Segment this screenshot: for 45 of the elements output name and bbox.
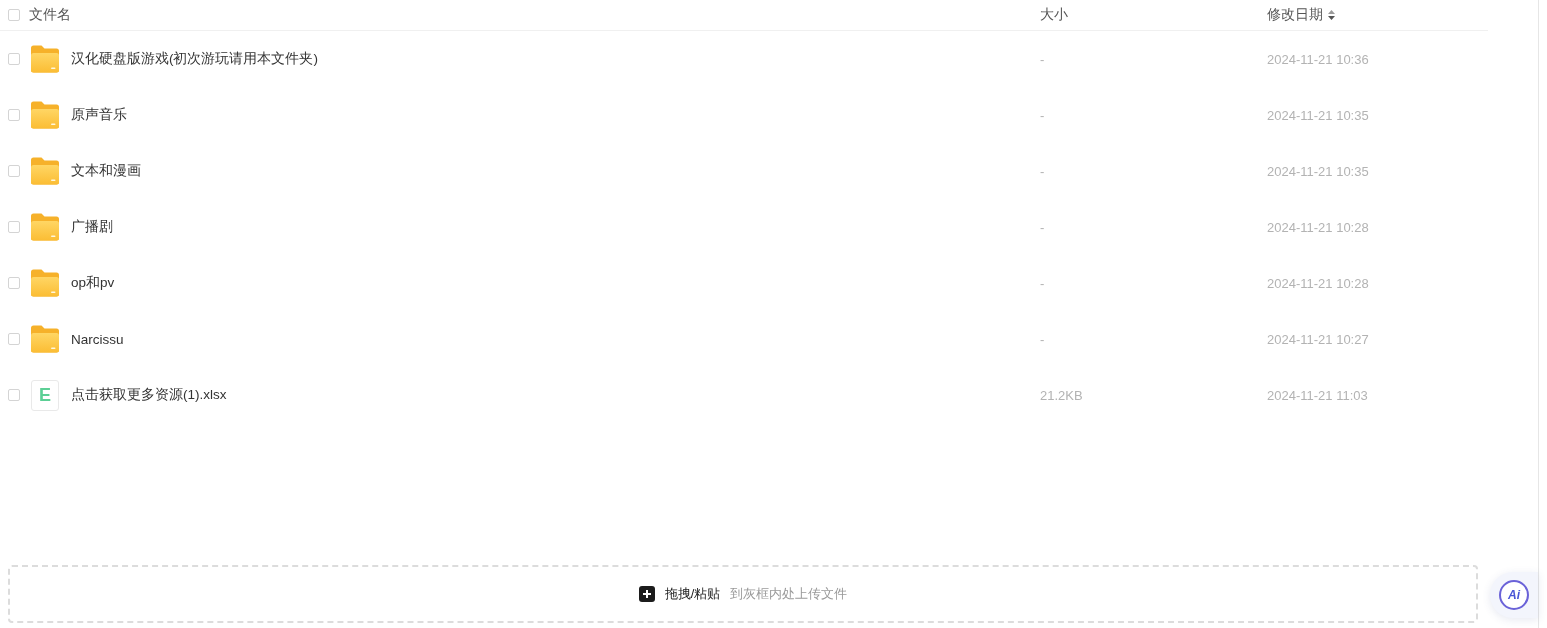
checkbox[interactable]: [8, 109, 20, 121]
checkbox[interactable]: [8, 221, 20, 233]
checkbox[interactable]: [8, 53, 20, 65]
file-name[interactable]: 原声音乐: [71, 106, 127, 124]
file-name[interactable]: op和pv: [71, 274, 115, 292]
upload-action-label[interactable]: 拖拽/粘贴: [664, 585, 721, 603]
file-name[interactable]: 广播剧: [71, 218, 113, 236]
file-name[interactable]: 文本和漫画: [71, 162, 141, 180]
spreadsheet-icon: E: [31, 379, 59, 411]
modified-date: 2024-11-21 10:35: [1267, 107, 1369, 123]
modified-date: 2024-11-21 10:28: [1267, 219, 1369, 235]
file-size: 21.2KB: [1040, 387, 1083, 403]
file-size: -: [1040, 107, 1045, 123]
file-size: -: [1040, 275, 1045, 291]
file-name[interactable]: 点击获取更多资源(1).xlsx: [71, 386, 227, 404]
column-header[interactable]: 修改日期: [1267, 6, 1323, 24]
folder-icon: [31, 101, 59, 129]
upload-hint: 到灰框内处上传文件: [730, 585, 848, 603]
folder-icon: [31, 269, 59, 297]
plus-icon: [638, 586, 655, 602]
file-size: -: [1040, 219, 1045, 235]
file-name[interactable]: Narcissu: [71, 331, 124, 347]
checkbox[interactable]: [8, 165, 20, 177]
column-header: 大小: [1040, 6, 1068, 24]
ai-assistant-button[interactable]: Ai: [1490, 572, 1538, 618]
checkbox[interactable]: [8, 333, 20, 345]
checkbox[interactable]: [8, 9, 20, 21]
file-size: -: [1040, 163, 1045, 179]
file-size: -: [1040, 51, 1045, 67]
sort-icon[interactable]: [1328, 10, 1335, 20]
checkbox[interactable]: [8, 389, 20, 401]
upload-drop-zone[interactable]: 拖拽/粘贴 到灰框内处上传文件: [8, 565, 1478, 623]
folder-icon: [31, 157, 59, 185]
modified-date: 2024-11-21 10:27: [1267, 331, 1369, 347]
folder-icon: [31, 213, 59, 241]
folder-icon: [31, 45, 59, 73]
folder-icon: [31, 325, 59, 353]
modified-date: 2024-11-21 10:35: [1267, 163, 1369, 179]
column-header: 文件名: [29, 6, 71, 24]
modified-date: 2024-11-21 10:36: [1267, 51, 1369, 67]
modified-date: 2024-11-21 10:28: [1267, 275, 1369, 291]
checkbox[interactable]: [8, 277, 20, 289]
modified-date: 2024-11-21 11:03: [1267, 387, 1368, 403]
file-size: -: [1040, 331, 1045, 347]
file-name[interactable]: 汉化硬盘版游戏(初次游玩请用本文件夹): [71, 50, 318, 68]
